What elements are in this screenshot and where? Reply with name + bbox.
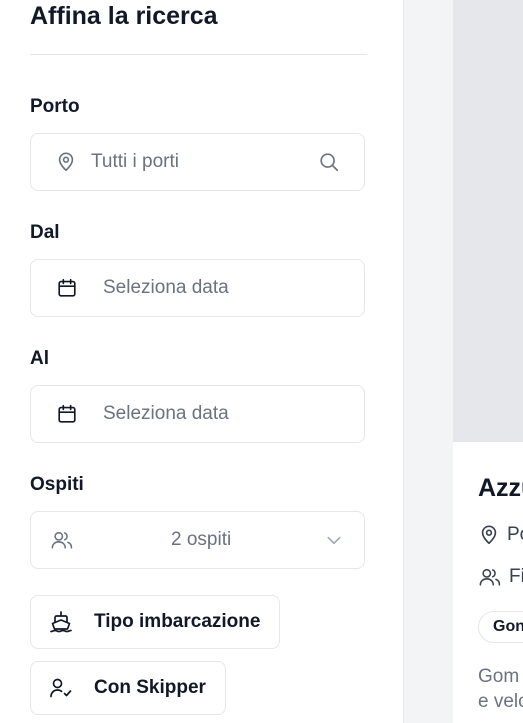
map-pin-icon	[55, 151, 77, 173]
guests-select[interactable]: 2 ospiti	[30, 511, 365, 569]
port-search-field[interactable]: Tutti i porti	[30, 133, 365, 191]
port-label: Porto	[30, 96, 80, 117]
to-date-field[interactable]: Seleziona data	[30, 385, 365, 443]
boat-type-button[interactable]: Tipo imbarcazione	[30, 595, 281, 649]
chevron-down-icon[interactable]	[324, 530, 344, 550]
from-date-label: Dal	[30, 222, 60, 243]
to-date-input[interactable]: Seleziona data	[103, 403, 229, 425]
skipper-label: Con Skipper	[94, 677, 206, 698]
guests-value: 2 ospiti	[171, 529, 232, 550]
listing-description: Gom e velo	[478, 664, 523, 714]
listing-description-line: e velo	[478, 691, 523, 712]
listing-location: Po	[478, 524, 523, 546]
listing-capacity: Fi	[478, 566, 523, 588]
listing-title[interactable]: Azzu	[478, 474, 523, 503]
from-date-field[interactable]: Seleziona data	[30, 259, 365, 317]
users-icon	[50, 529, 74, 551]
user-check-icon	[49, 676, 73, 700]
listing-image[interactable]	[453, 0, 523, 442]
boat-listing-card[interactable]: Azzu Po Fi Gon Gom e velo	[453, 0, 523, 723]
to-date-label: Al	[30, 348, 49, 369]
search-icon[interactable]	[318, 151, 340, 173]
listing-location-text: Po	[507, 524, 523, 545]
skipper-button[interactable]: Con Skipper	[30, 661, 226, 715]
ship-icon	[49, 610, 73, 634]
title-divider	[30, 54, 367, 55]
guests-label: Ospiti	[30, 474, 84, 495]
listing-type-chip: Gon	[478, 611, 523, 643]
calendar-icon	[56, 403, 78, 425]
calendar-icon	[56, 277, 78, 299]
port-search-input[interactable]: Tutti i porti	[91, 151, 179, 173]
from-date-input[interactable]: Seleziona data	[103, 277, 229, 299]
filter-title: Affina la ricerca	[30, 2, 218, 30]
boat-type-label: Tipo imbarcazione	[94, 611, 261, 632]
filter-sidebar: Affina la ricerca Porto Tutti i porti Da…	[0, 0, 403, 723]
users-icon	[478, 566, 509, 588]
listing-description-line: Gom	[478, 666, 520, 687]
map-pin-icon	[478, 524, 507, 546]
listing-capacity-text: Fi	[509, 566, 523, 587]
